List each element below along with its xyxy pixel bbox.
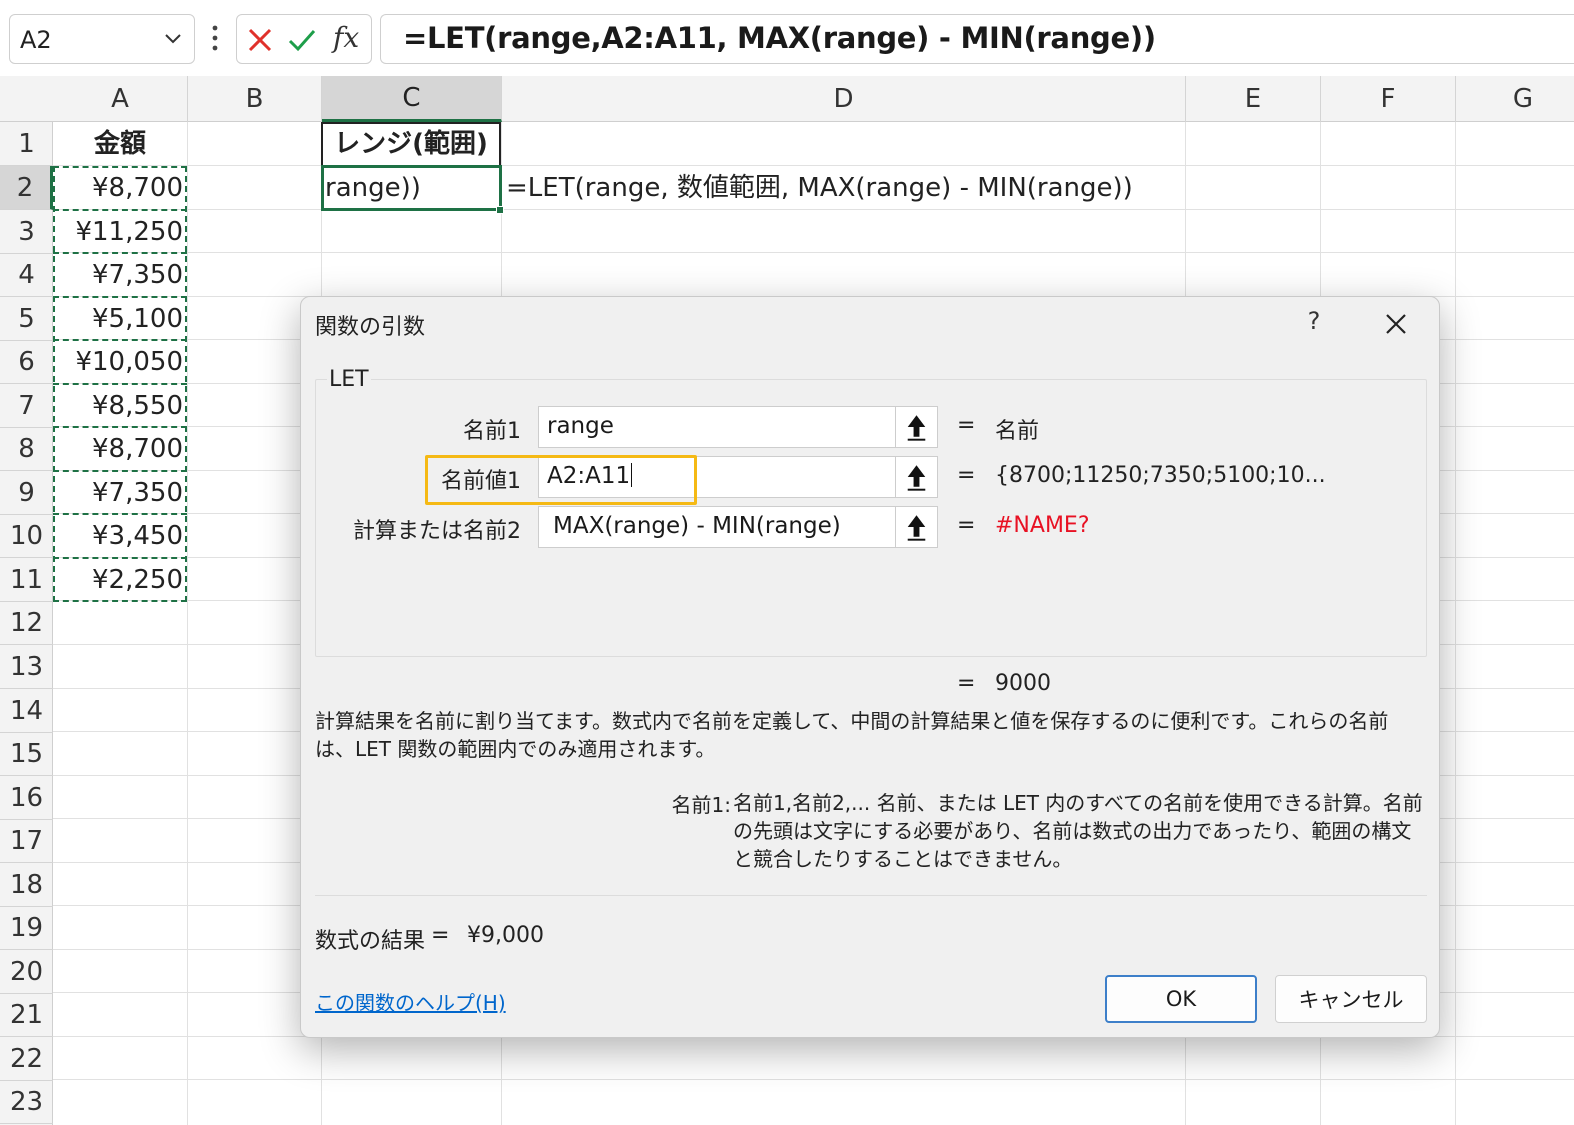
row-header[interactable]: 19 — [0, 906, 53, 950]
arg-description-text: 名前1,名前2,... 名前、または LET 内のすべての名前を使用できる計算。… — [733, 791, 1423, 871]
chevron-down-icon[interactable] — [162, 27, 184, 49]
arg-result-name1: 名前 — [995, 419, 1040, 444]
arg-input-name1[interactable]: range — [538, 406, 938, 448]
row-header[interactable]: 15 — [0, 732, 53, 776]
cell-a1[interactable]: 金額 — [53, 122, 187, 166]
name-box-value: A2 — [20, 26, 52, 54]
formula-result-label: 数式の結果 — [315, 929, 426, 954]
column-header-g[interactable]: G — [1456, 76, 1574, 122]
column-header-d[interactable]: D — [502, 76, 1186, 122]
highlight-annotation — [425, 455, 697, 505]
row-header[interactable]: 11 — [0, 558, 53, 602]
dialog-title: 関数の引数 — [315, 315, 426, 340]
column-headers: A B C D E F G — [0, 76, 1574, 122]
arg-eq: = — [957, 513, 976, 538]
row-header[interactable]: 20 — [0, 950, 53, 994]
row-header[interactable]: 4 — [0, 253, 53, 297]
function-name-label: LET — [327, 367, 371, 392]
arg-value-calc-or-name2: MAX(range) - MIN(range) — [553, 513, 841, 539]
insert-function-button[interactable]: fx — [333, 21, 359, 54]
enter-check-icon[interactable] — [287, 25, 317, 55]
formula-actions: fx — [236, 14, 372, 64]
column-header-f[interactable]: F — [1321, 76, 1456, 122]
arg-result-calc-or-name2: #NAME? — [995, 513, 1090, 538]
more-options-icon[interactable] — [208, 20, 222, 56]
column-header-b[interactable]: B — [188, 76, 322, 122]
cancel-x-icon[interactable] — [245, 25, 275, 55]
column-header-c[interactable]: C — [322, 76, 502, 122]
formula-result-value: ¥9,000 — [467, 923, 544, 948]
arg-eq: = — [957, 413, 976, 438]
row-header[interactable]: 13 — [0, 645, 53, 689]
close-icon[interactable] — [1379, 307, 1413, 341]
row-header[interactable]: 9 — [0, 471, 53, 515]
name-box[interactable]: A2 — [9, 14, 195, 64]
formula-text: =LET(range,A2:A11, MAX(range) - MIN(rang… — [403, 21, 1156, 55]
arg-value-name1: range — [547, 413, 614, 439]
row-header[interactable]: 5 — [0, 297, 53, 341]
divider — [315, 895, 1427, 896]
fill-handle[interactable] — [496, 206, 504, 214]
collapse-dialog-arrow-icon[interactable] — [895, 407, 937, 447]
row-header[interactable]: 21 — [0, 993, 53, 1037]
function-arguments-dialog: 関数の引数 ? LET 名前1 range = 名前 名前値1 A2:A11 =… — [300, 296, 1440, 1038]
row-header[interactable]: 10 — [0, 514, 53, 558]
row-header[interactable]: 17 — [0, 819, 53, 863]
row-header[interactable]: 2 — [0, 166, 53, 210]
row-header[interactable]: 8 — [0, 427, 53, 471]
function-description: 計算結果を名前に割り当てます。数式内で名前を定義して、中間の計算結果と値を保存す… — [315, 709, 1389, 761]
arg-result-value1: {8700;11250;7350;5100;10... — [995, 463, 1326, 488]
help-button[interactable]: ? — [1299, 307, 1329, 335]
formula-input[interactable]: =LET(range,A2:A11, MAX(range) - MIN(rang… — [380, 14, 1574, 64]
active-cell-outline — [321, 165, 502, 211]
formula-bar: A2 fx =LET(range,A2:A11, MAX(range) - MI… — [0, 0, 1574, 74]
row-header[interactable]: 7 — [0, 384, 53, 428]
row-header[interactable]: 14 — [0, 689, 53, 733]
arg-description-name: 名前1: — [671, 793, 731, 817]
formula-result-eq: = — [431, 923, 450, 948]
collapse-dialog-arrow-icon[interactable] — [895, 507, 937, 547]
row-header[interactable]: 18 — [0, 863, 53, 907]
row-headers: 1 2 3 4 5 6 7 8 9 10 11 12 13 14 15 16 1… — [0, 122, 53, 1125]
row-header[interactable]: 1 — [0, 122, 53, 166]
collapse-dialog-arrow-icon[interactable] — [895, 457, 937, 497]
arg-label-name1: 名前1 — [463, 419, 521, 444]
function-help-link[interactable]: この関数のヘルプ(H) — [315, 987, 506, 1016]
cell-d2[interactable]: =LET(range, 数値範囲, MAX(range) - MIN(range… — [506, 166, 1133, 210]
arg-input-calc-or-name2[interactable]: MAX(range) - MIN(range) — [538, 506, 938, 548]
row-header[interactable]: 6 — [0, 340, 53, 384]
arg-label-calc-or-name2: 計算または名前2 — [353, 519, 521, 544]
ok-button[interactable]: OK — [1105, 975, 1257, 1023]
total-value: 9000 — [995, 671, 1051, 696]
row-header[interactable]: 23 — [0, 1080, 53, 1124]
row-header[interactable]: 22 — [0, 1037, 53, 1081]
row-header[interactable]: 12 — [0, 601, 53, 645]
column-header-a[interactable]: A — [53, 76, 188, 122]
column-header-e[interactable]: E — [1186, 76, 1321, 122]
total-eq: = — [957, 671, 976, 696]
row-header[interactable]: 3 — [0, 210, 53, 254]
cancel-button[interactable]: キャンセル — [1275, 975, 1427, 1023]
row-header[interactable]: 16 — [0, 776, 53, 820]
arg-eq: = — [957, 463, 976, 488]
cell-c1[interactable]: レンジ(範囲) — [321, 122, 501, 166]
